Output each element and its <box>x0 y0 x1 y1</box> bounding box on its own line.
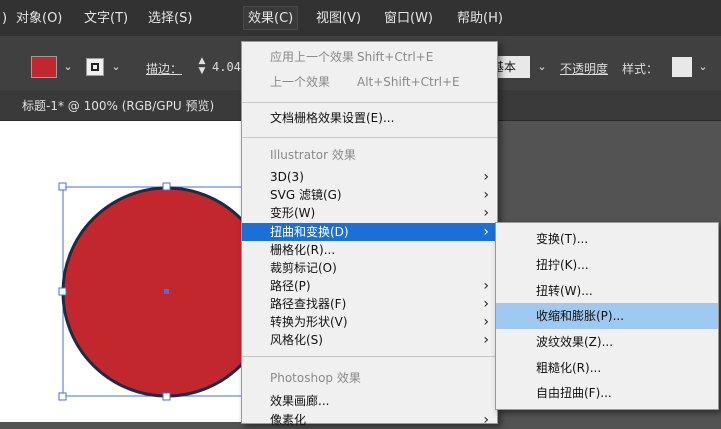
submenu-item-pucker-bloat[interactable]: 收缩和膨胀(P)... <box>496 303 718 329</box>
menu-item-pathfinder[interactable]: 路径查找器(F) <box>242 296 497 313</box>
stroke-stepper[interactable]: ▲ ▼ <box>196 56 208 78</box>
stroke-label[interactable]: 描边： <box>146 60 182 77</box>
style-label: 样式： <box>622 62 659 76</box>
menu-divider <box>242 356 497 357</box>
submenu-item-twist[interactable]: 扭转(W)... <box>496 278 718 304</box>
menu-help[interactable]: 帮助(H) <box>457 9 503 29</box>
selection-handle <box>162 392 171 401</box>
menu-item-convert-to-shape[interactable]: 转换为形状(V) <box>242 314 497 331</box>
menu-item-svg-filters[interactable]: SVG 滤镜(G) <box>242 187 497 204</box>
menu-object[interactable]: 对象(O) <box>16 9 62 29</box>
submenu-item-ripple[interactable]: 波纹效果(Z)... <box>496 329 718 355</box>
selection-handle <box>58 287 67 296</box>
menu-item-crop-marks[interactable]: 裁剪标记(O) <box>242 260 497 277</box>
menu-item-effect-gallery[interactable]: 效果画廊... <box>242 392 497 410</box>
distort-transform-submenu: 变换(T)... 扭拧(K)... 扭转(W)... 收缩和膨胀(P)... 波… <box>495 222 719 410</box>
menu-item-stylize[interactable]: 风格化(S) <box>242 332 497 349</box>
menu-bar: ) 对象(O) 文字(T) 选择(S) 效果(C) 视图(V) 窗口(W) 帮助… <box>0 0 721 37</box>
menu-window[interactable]: 窗口(W) <box>384 9 433 29</box>
menu-divider <box>242 137 497 138</box>
document-title: 标题-1* @ 100% (RGB/GPU 预览) <box>22 99 215 113</box>
section-illustrator-effects: Illustrator 效果 <box>270 148 356 162</box>
selection-handle <box>58 182 67 191</box>
menu-select[interactable]: 选择(S) <box>148 9 192 29</box>
menu-effect[interactable]: 效果(C) <box>243 6 299 30</box>
selection-handle <box>58 392 67 401</box>
menu-type[interactable]: 文字(T) <box>84 9 128 29</box>
submenu-item-free-distort[interactable]: 自由扭曲(F)... <box>496 380 718 406</box>
menu-divider <box>242 102 497 103</box>
submenu-item-zig-zag[interactable]: 扭拧(K)... <box>496 252 718 278</box>
chevron-down-icon[interactable]: ⌄ <box>60 57 76 77</box>
menu-item-partial[interactable]: ) <box>2 9 7 29</box>
effect-menu: 应用上一个效果 Shift+Ctrl+E 上一个效果 Alt+Shift+Ctr… <box>241 41 498 429</box>
menu-item-3d[interactable]: 3D(3) <box>242 169 497 186</box>
menu-item-rasterize[interactable]: 栅格化(R)... <box>242 242 497 259</box>
menu-item-apply-last-effect: 应用上一个效果 Shift+Ctrl+E <box>270 50 434 64</box>
fill-color-swatch[interactable] <box>31 56 57 78</box>
selection-handle <box>162 182 171 191</box>
center-point <box>164 289 169 294</box>
chevron-down-icon[interactable]: ⌄ <box>108 57 124 77</box>
menu-item-path[interactable]: 路径(P) <box>242 278 497 295</box>
stroke-color-swatch[interactable] <box>86 58 104 76</box>
stroke-width-field[interactable]: 4.04 <box>212 57 244 77</box>
chevron-down-icon[interactable]: ⌄ <box>695 57 711 77</box>
menu-item-pixelate[interactable]: 像素化 <box>242 411 497 429</box>
submenu-item-transform[interactable]: 变换(T)... <box>496 226 718 252</box>
opacity-label[interactable]: 不透明度 <box>560 60 608 77</box>
section-photoshop-effects: Photoshop 效果 <box>270 371 361 385</box>
menu-view[interactable]: 视图(V) <box>316 9 361 29</box>
menu-item-distort-transform[interactable]: 扭曲和变换(D) <box>242 223 497 241</box>
menu-item-warp[interactable]: 变形(W) <box>242 205 497 222</box>
submenu-item-roughen[interactable]: 粗糙化(R)... <box>496 355 718 381</box>
graphic-style-swatch[interactable] <box>672 57 692 77</box>
menu-item-raster-settings[interactable]: 文档栅格效果设置(E)... <box>242 108 497 129</box>
chevron-down-icon[interactable]: ⌄ <box>534 57 550 77</box>
menu-item-last-effect: 上一个效果 Alt+Shift+Ctrl+E <box>270 75 460 89</box>
